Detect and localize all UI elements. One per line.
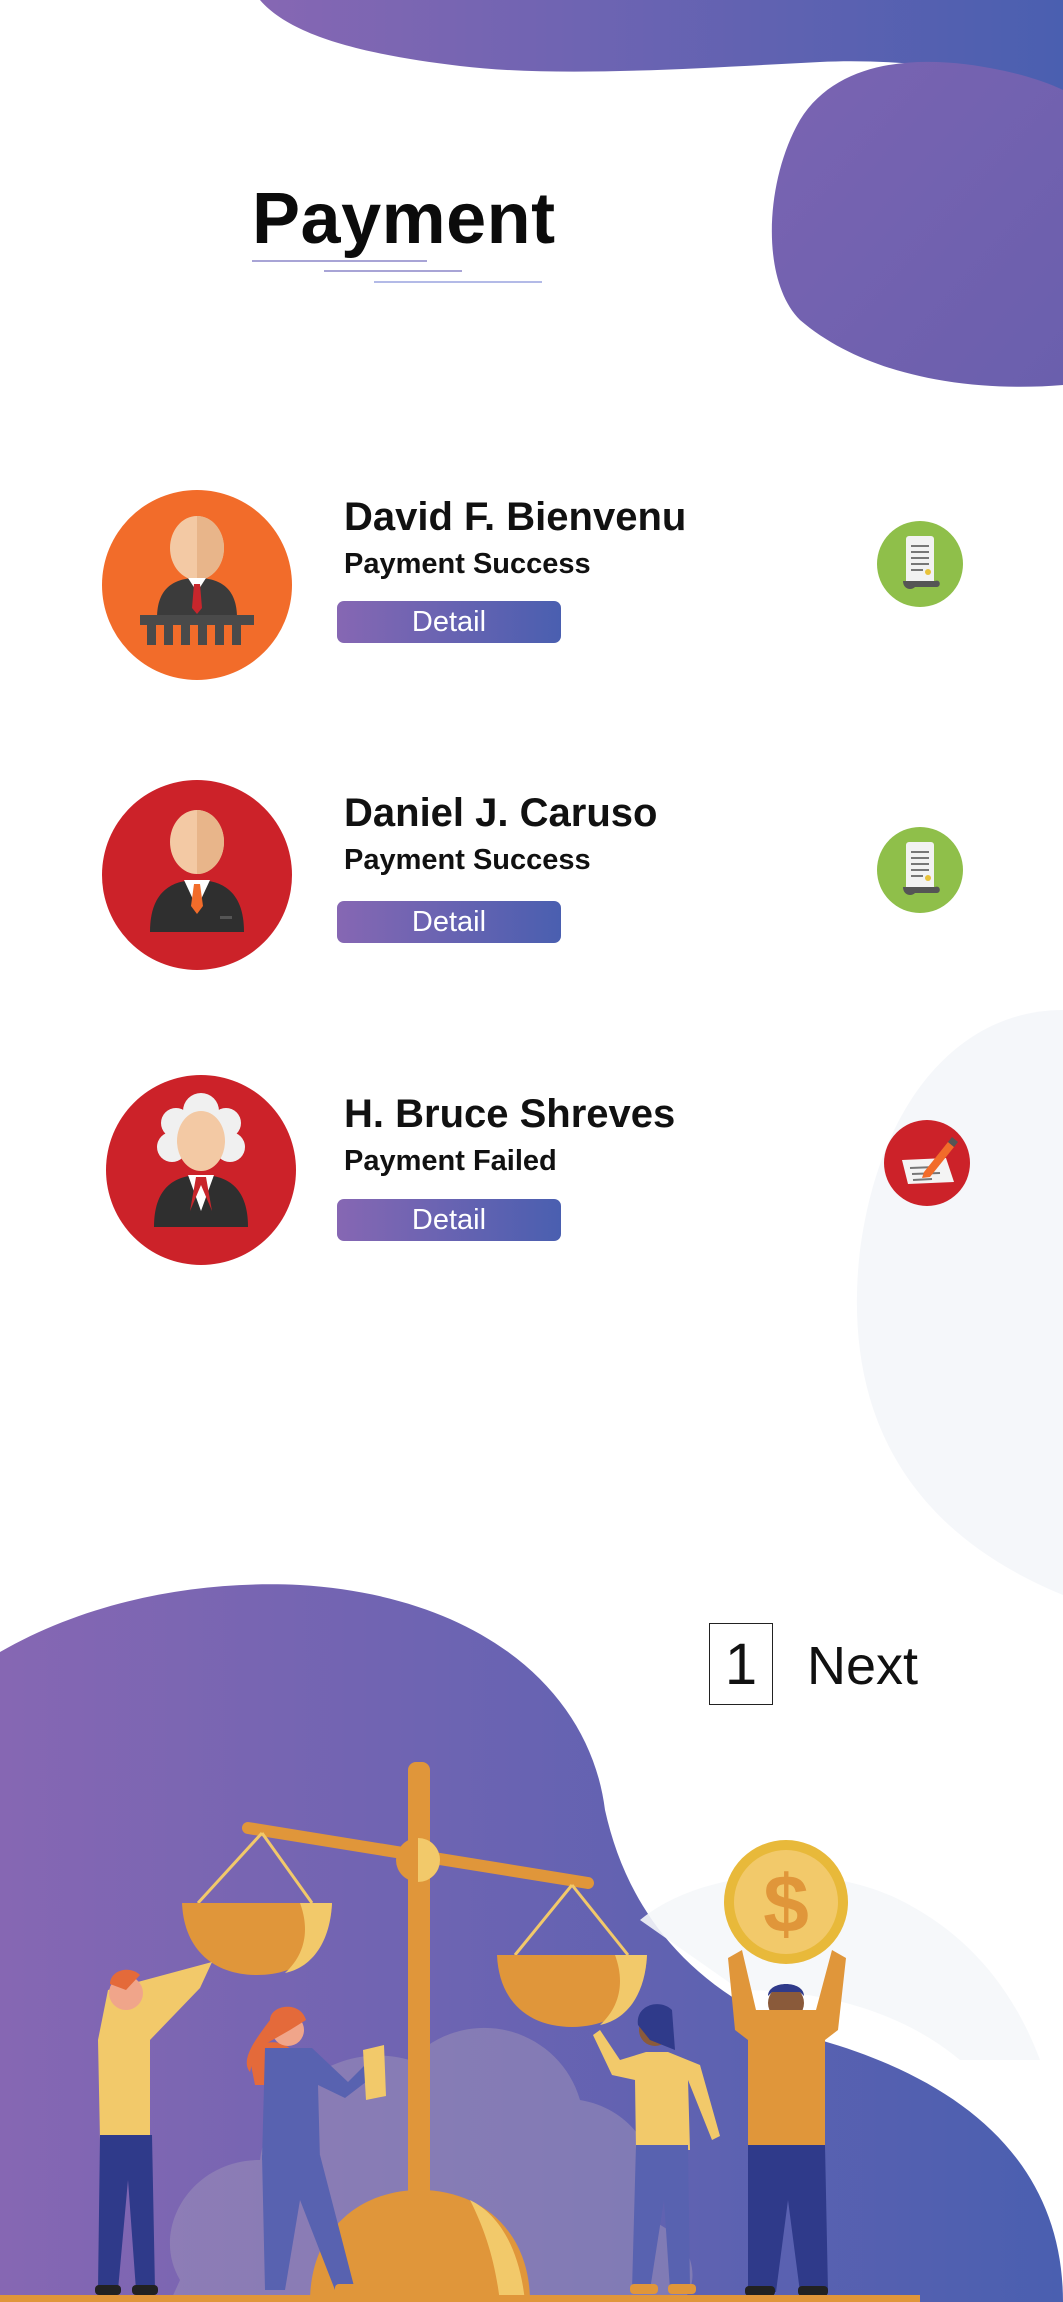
payment-item: H. Bruce Shreves Payment Failed Detail — [0, 1075, 1063, 1275]
payer-name: David F. Bienvenu — [344, 495, 687, 539]
receipt-scroll-icon — [877, 827, 963, 913]
detail-button[interactable]: Detail — [337, 601, 561, 643]
payment-item: Daniel J. Caruso Payment Success Detail — [0, 780, 1063, 980]
payer-name: Daniel J. Caruso — [344, 791, 658, 835]
document-pen-icon — [884, 1120, 970, 1206]
businessman-icon — [102, 780, 292, 970]
payment-status: Payment Success — [344, 548, 591, 580]
page-title: Payment — [252, 179, 556, 259]
payer-name: H. Bruce Shreves — [344, 1092, 676, 1136]
receipt-scroll-icon — [877, 521, 963, 607]
judge-at-bench-icon — [102, 490, 292, 680]
payment-status: Payment Success — [344, 844, 591, 876]
title-underline-decoration — [252, 260, 542, 283]
payment-item: David F. Bienvenu Payment Success Detail — [0, 488, 1063, 688]
justice-scale-people-illustration: $ — [0, 1584, 1063, 2302]
detail-button[interactable]: Detail — [337, 1199, 561, 1241]
judge-wig-icon — [106, 1075, 296, 1265]
detail-button[interactable]: Detail — [337, 901, 561, 943]
top-right-blob — [771, 61, 1063, 387]
payment-status: Payment Failed — [344, 1145, 557, 1177]
svg-text:$: $ — [763, 1859, 809, 1950]
